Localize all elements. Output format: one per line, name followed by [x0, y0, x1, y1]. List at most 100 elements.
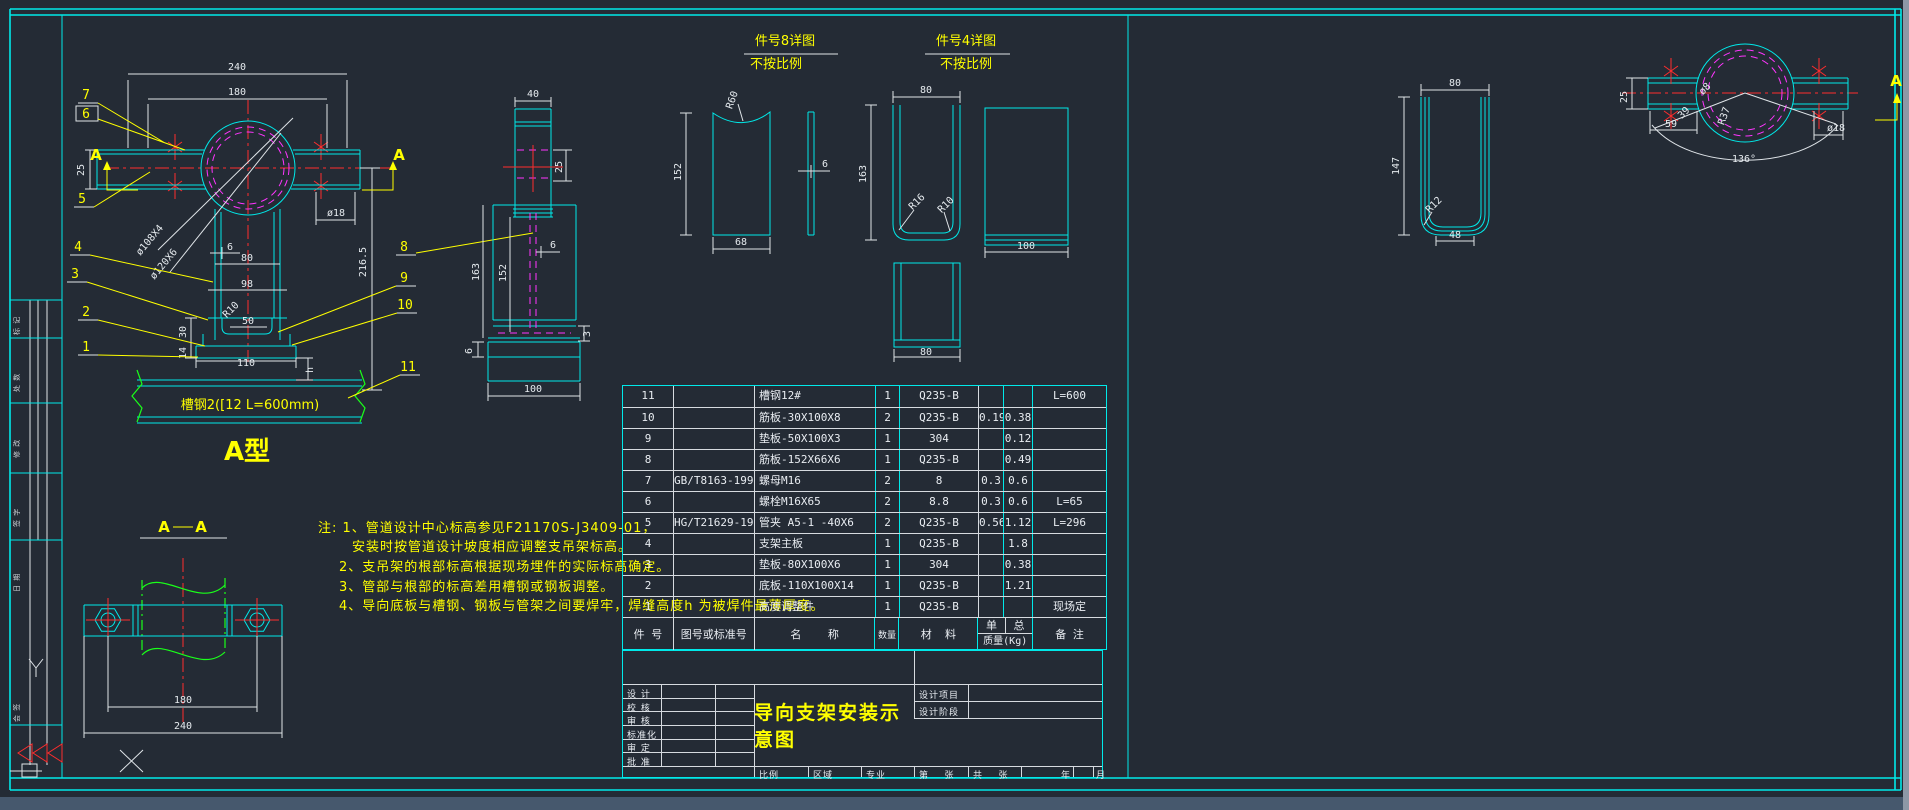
- stage-label: 设计阶段: [919, 705, 959, 718]
- balloon: 6: [82, 107, 90, 122]
- parts-table-cell: [978, 597, 1003, 617]
- section-label: A: [393, 146, 405, 164]
- dim-label: 216.5: [358, 247, 369, 277]
- parts-table-cell: [1032, 576, 1106, 596]
- parts-table-cell: [1032, 429, 1106, 449]
- col-header-name: 名 称: [754, 618, 875, 650]
- dim-label: 180: [174, 695, 192, 706]
- channel-detail: 80 147 R12 48: [1391, 78, 1489, 246]
- parts-table-cell: [1003, 597, 1032, 617]
- parts-table-cell: 1: [875, 450, 899, 470]
- section-label: A: [90, 146, 102, 164]
- parts-table-row: 3垫板-80X100X613040.38: [623, 554, 1106, 575]
- parts-table-rows: 11槽钢12#1Q235-BL=60010筋板-30X100X82Q235-B0…: [623, 386, 1106, 617]
- sheet-label: 第 张: [919, 768, 954, 781]
- parts-table-cell: 支架主板: [754, 534, 875, 554]
- dim-label: 80: [920, 347, 932, 358]
- parts-table-cell: 2: [875, 471, 899, 491]
- parts-table-cell: 1: [875, 576, 899, 596]
- parts-table-cell: 2: [875, 492, 899, 512]
- type-label: A型: [224, 437, 270, 467]
- cad-canvas[interactable]: 240 180 25 ø18 216.5 ø108X4 ø120X6 6 80 …: [0, 0, 1909, 810]
- parts-table-cell: Q235-B: [899, 534, 978, 554]
- detail8-dims: 152 68 R60 6: [673, 90, 830, 254]
- year-label: 年: [1061, 768, 1071, 781]
- parts-table-cell: 8.8: [899, 492, 978, 512]
- parts-table-cell: [978, 429, 1003, 449]
- col-header-drawing: 图号或标准号: [673, 618, 754, 650]
- parts-table-cell: Q235-B: [899, 513, 978, 533]
- balloon: 4: [74, 240, 82, 255]
- parts-table-cell: 2: [875, 513, 899, 533]
- dim-label: 3: [582, 331, 593, 337]
- parts-table-cell: 0.6: [1003, 492, 1032, 512]
- parts-table-cell: 0.19: [978, 408, 1003, 428]
- parts-table-cell: 6: [623, 492, 673, 512]
- scale-label: 比例: [759, 768, 779, 781]
- dim-label: 59: [1665, 119, 1677, 130]
- clamp-dims: 25 59 ø18 136° ø8 39 R37: [1619, 78, 1845, 165]
- parts-table-cell: 0.6: [1003, 471, 1032, 491]
- parts-table-cell: Q235-B: [899, 386, 978, 407]
- parts-table-cell: 1: [875, 597, 899, 617]
- parts-table-cell: 0.3: [978, 471, 1003, 491]
- col-header-unit: 单: [978, 618, 1004, 633]
- parts-table-cell: 1.12: [1003, 513, 1032, 533]
- parts-table-cell: 0.12: [1003, 429, 1032, 449]
- sign-label: 批 准: [627, 755, 651, 768]
- sign-label: 审 定: [627, 741, 651, 754]
- dim-label: 136°: [1732, 154, 1756, 165]
- parts-table-cell: 1: [875, 555, 899, 575]
- project-label: 设计项目: [919, 688, 959, 701]
- parts-table-cell: [673, 408, 754, 428]
- parts-table-cell: 高度调整件: [754, 597, 875, 617]
- parts-table-cell: [1032, 534, 1106, 554]
- parts-table-cell: Q235-B: [899, 450, 978, 470]
- note-line: 注: 1、管道设计中心标高参见F21170S-J3409-01，: [318, 517, 656, 536]
- parts-table-cell: 现场定: [1032, 597, 1106, 617]
- parts-table-cell: 2: [623, 576, 673, 596]
- dim-label: 240: [174, 721, 192, 732]
- balloon: 1: [82, 340, 90, 355]
- dim-label: 40: [527, 89, 539, 100]
- sign-label: 设 计: [627, 687, 651, 700]
- parts-table-cell: 1: [875, 534, 899, 554]
- parts-table-row: 2底板-110X100X141Q235-B1.21: [623, 575, 1106, 596]
- parts-table-cell: [673, 534, 754, 554]
- parts-table-cell: 11: [623, 386, 673, 407]
- col-header-mass: 质量(Kg): [978, 634, 1032, 650]
- sign-label: 审 核: [627, 714, 651, 727]
- balloon: 5: [78, 192, 86, 207]
- parts-table-cell: 4: [623, 534, 673, 554]
- side-view: 40 25 163 152 6 3 6 100: [464, 89, 593, 401]
- parts-table-cell: [673, 429, 754, 449]
- parts-table-cell: [1032, 408, 1106, 428]
- parts-table: 11槽钢12#1Q235-BL=60010筋板-30X100X82Q235-B0…: [622, 385, 1107, 650]
- channel-dims: 80 147 R12 48: [1391, 78, 1489, 246]
- parts-table-cell: [1003, 386, 1032, 407]
- parts-table-cell: 5: [623, 513, 673, 533]
- window-bottom-bar: [0, 797, 1909, 810]
- balloon: 10: [397, 298, 413, 313]
- parts-table-cell: 螺栓M16X65: [754, 492, 875, 512]
- parts-table-cell: 8: [623, 450, 673, 470]
- dim-label: ø18: [327, 208, 345, 219]
- dim-label: R37: [1716, 106, 1733, 127]
- parts-table-cell: L=296: [1032, 513, 1106, 533]
- dim-label: 6: [822, 159, 828, 170]
- dim-label: R16: [907, 192, 928, 213]
- parts-table-cell: [673, 450, 754, 470]
- sign-label: 校 核: [627, 701, 651, 714]
- parts-table-cell: L=600: [1032, 386, 1106, 407]
- dim-label: 6: [464, 348, 475, 354]
- dim-label: R12: [1424, 195, 1445, 216]
- col-header-qty: 数量: [874, 618, 898, 650]
- drawing-title: 导向支架安装示意图: [754, 684, 914, 766]
- parts-table-row: 1高度调整件1Q235-B现场定: [623, 596, 1106, 617]
- section-label: A: [1890, 72, 1902, 90]
- frame-strip-label: 处 数: [12, 373, 22, 392]
- parts-table-cell: [978, 386, 1003, 407]
- parts-table-cell: [1032, 450, 1106, 470]
- dim-label: 152: [498, 264, 509, 282]
- aa-dims: 180 240: [84, 636, 282, 772]
